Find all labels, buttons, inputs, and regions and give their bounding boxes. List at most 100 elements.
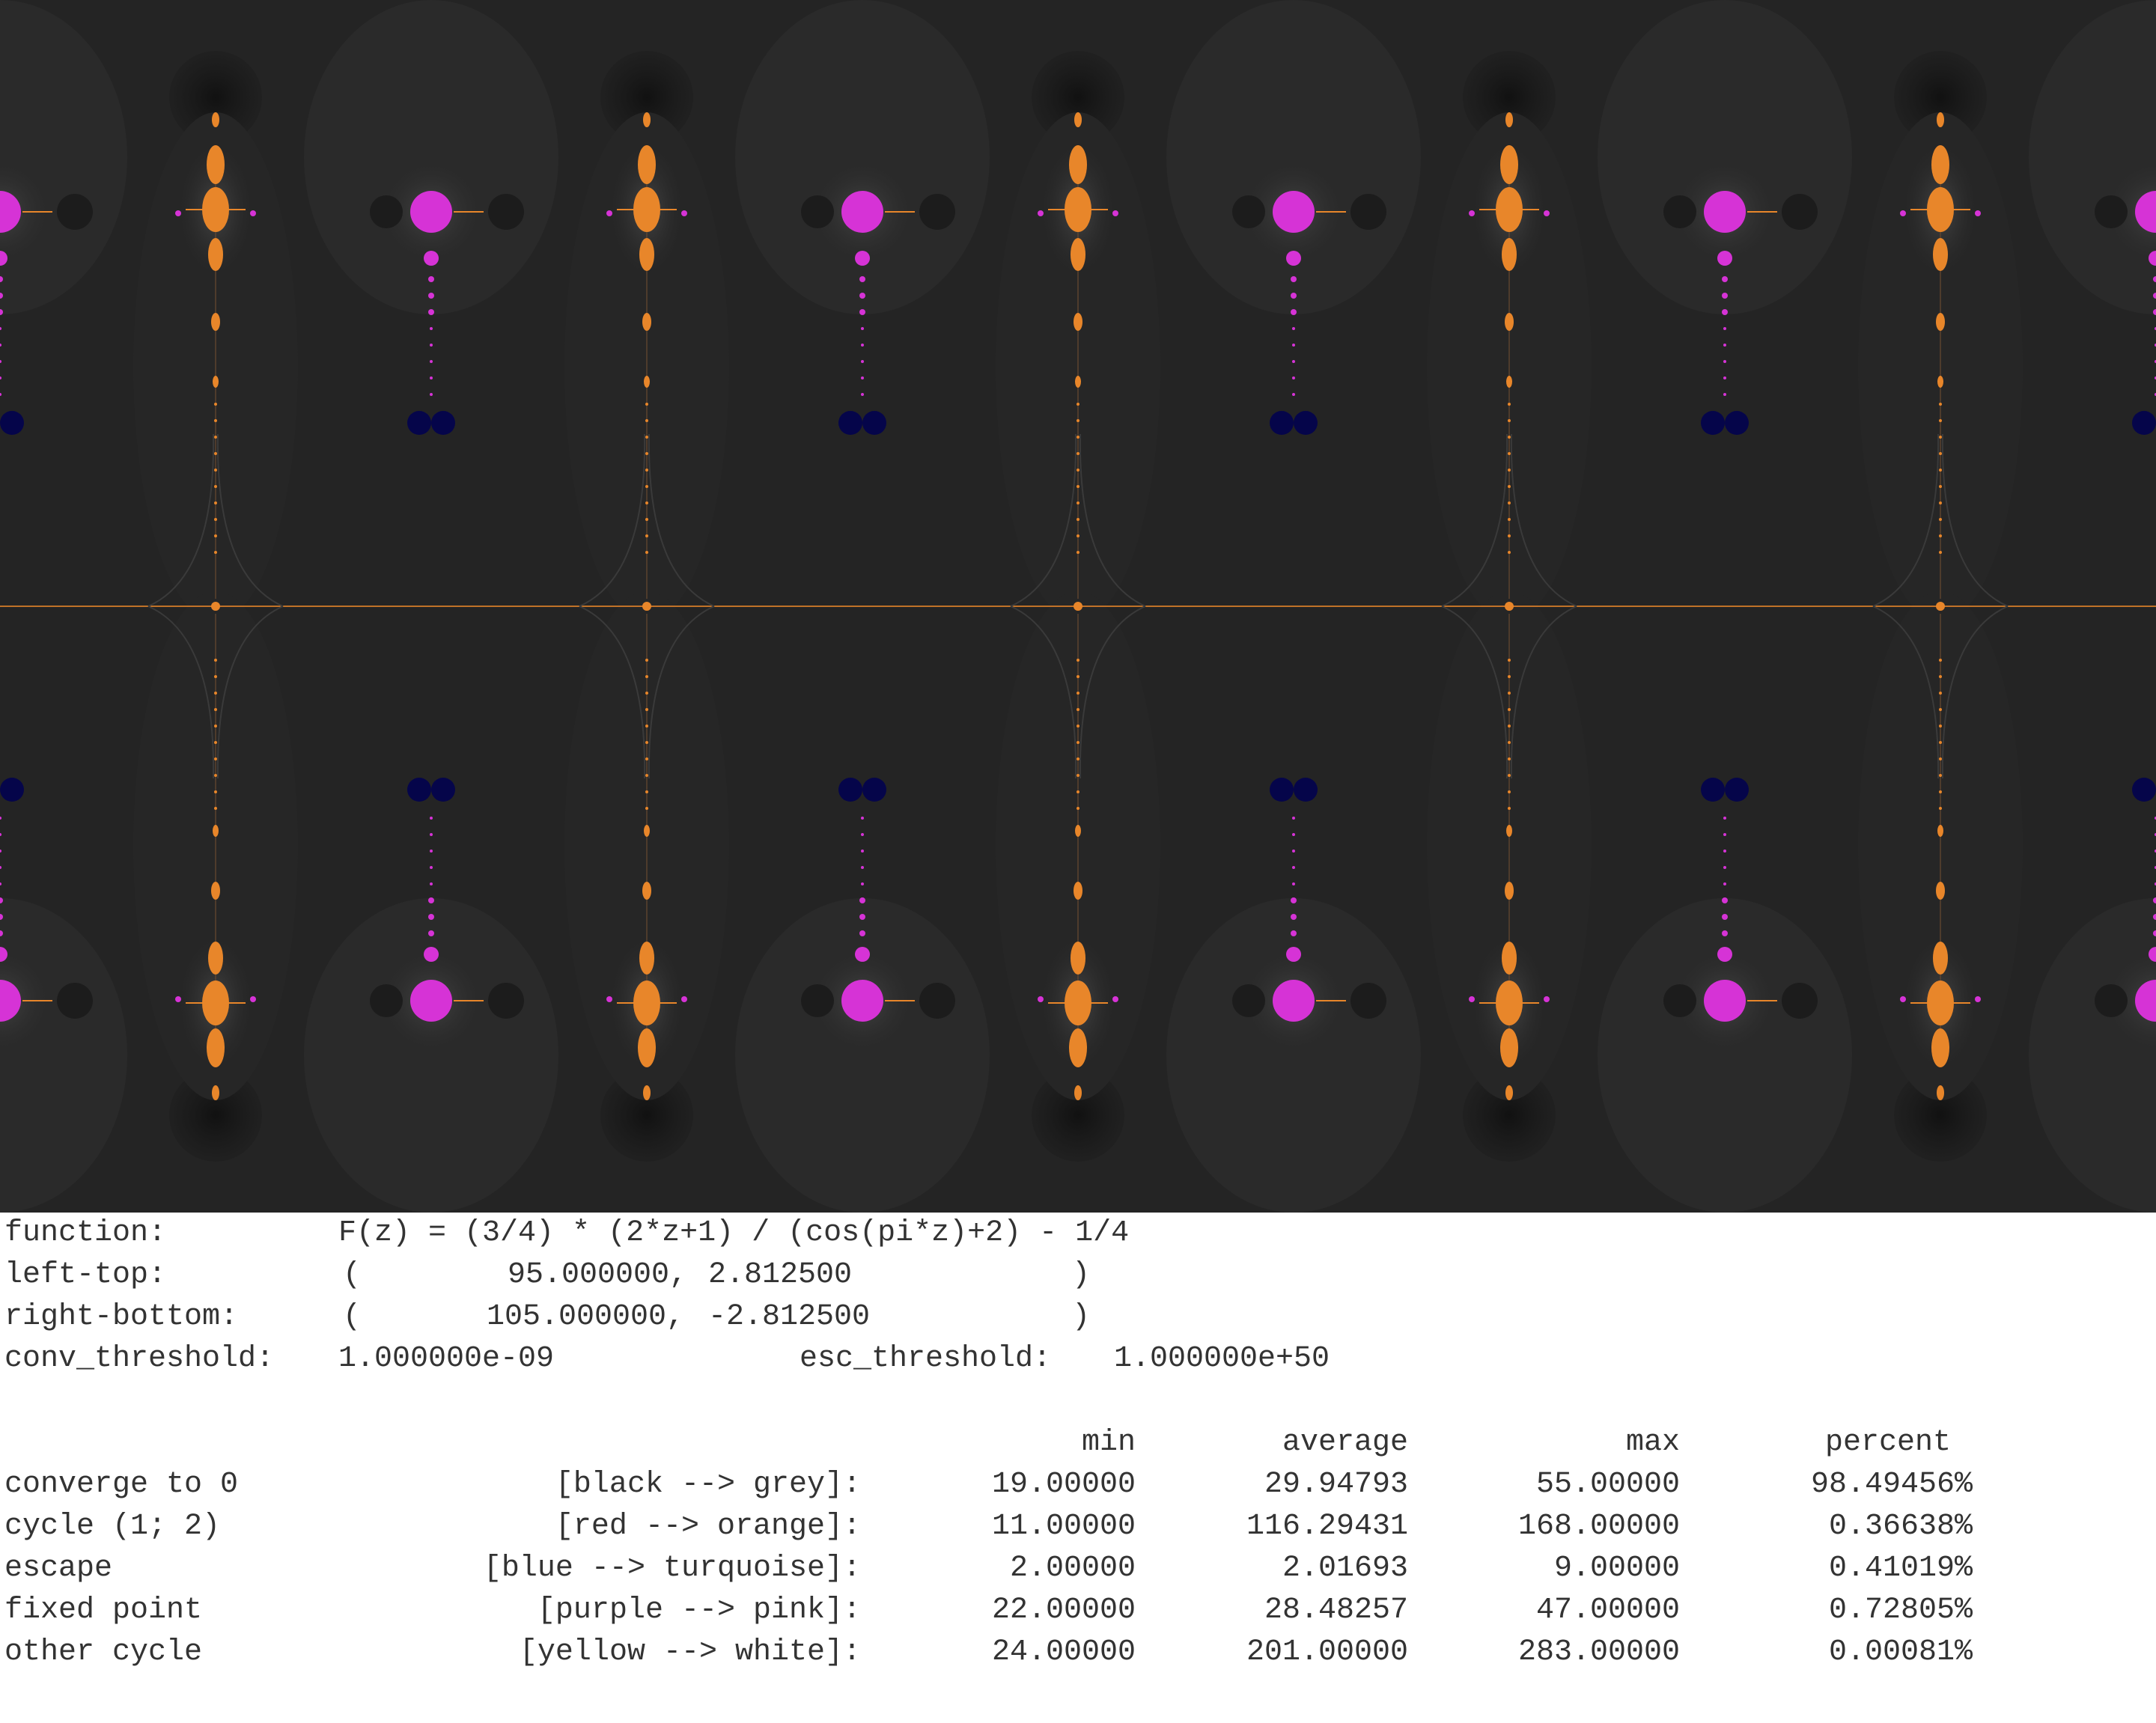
blue-escape-blob <box>1701 778 1725 802</box>
pink-side-dot <box>1900 210 1906 216</box>
orange-dot <box>214 659 217 662</box>
orange-cycle-blob <box>208 238 223 271</box>
stat-row-min: 11.00000 <box>991 1510 1136 1543</box>
pink-dot <box>1723 376 1726 379</box>
orange-dot <box>645 419 648 422</box>
stat-row-min: 19.00000 <box>991 1468 1136 1501</box>
orange-dot <box>645 452 648 455</box>
pink-dot <box>1723 850 1726 853</box>
stat-row-max: 47.00000 <box>1535 1594 1680 1627</box>
orange-dot <box>1508 790 1511 793</box>
orange-dot <box>1508 501 1511 504</box>
orange-dot <box>1939 485 1942 488</box>
right-bottom-y: -2.812500 <box>708 1300 871 1334</box>
orange-dot <box>214 675 217 678</box>
pink-side-dot <box>681 996 687 1002</box>
orange-cycle-blob <box>1931 145 1949 184</box>
blue-escape-blob <box>838 411 862 435</box>
stat-row-name: fixed point <box>4 1594 203 1627</box>
stat-row-average: 29.94793 <box>1264 1468 1408 1501</box>
orange-dot <box>1077 692 1079 695</box>
stat-row-name: converge to 0 <box>4 1468 239 1501</box>
pink-side-shadow <box>488 983 524 1019</box>
orange-cycle-blob <box>213 376 219 388</box>
orange-cycle-blob <box>208 942 223 975</box>
pink-dot <box>1291 897 1297 903</box>
pink-dot <box>430 817 433 820</box>
pink-dot <box>1722 897 1728 903</box>
orange-dot <box>1939 774 1942 777</box>
pink-dot <box>428 914 434 920</box>
pink-fixed-point-bud <box>424 947 439 962</box>
pink-side-dot <box>175 996 181 1002</box>
orange-dot <box>645 741 648 744</box>
pink-dot <box>430 882 433 885</box>
pink-dot <box>861 833 864 836</box>
orange-dot <box>214 403 217 406</box>
orange-dot <box>645 774 648 777</box>
stat-row-percent: 0.41019% <box>1828 1552 1973 1585</box>
orange-dot <box>1939 725 1942 728</box>
orange-cycle-blob <box>1937 825 1943 837</box>
orange-dot <box>214 534 217 537</box>
pink-fixed-point-bulb <box>1273 980 1315 1022</box>
orange-dot <box>1508 485 1511 488</box>
pink-fixed-point-bulb <box>1704 191 1746 233</box>
orange-cycle-blob <box>1074 313 1082 331</box>
orange-dot <box>1508 419 1511 422</box>
orange-dot <box>1077 452 1079 455</box>
pink-dot <box>428 309 434 315</box>
orange-cycle-blob <box>1505 313 1514 331</box>
blue-escape-blob <box>1725 778 1749 802</box>
pink-dot <box>428 293 434 299</box>
orange-dot <box>1939 501 1942 504</box>
pink-dot <box>430 376 433 379</box>
orange-dot <box>645 675 648 678</box>
pink-side-dot <box>1975 996 1981 1002</box>
orange-cycle-blob <box>212 1085 219 1100</box>
pink-side-shadow <box>2095 984 2128 1017</box>
pink-fixed-point-bulb <box>410 191 452 233</box>
orange-dot <box>214 692 217 695</box>
orange-dot <box>645 659 648 662</box>
info-panel: function: F(z) = (3/4) * (2*z+1) / (cos(… <box>0 1213 2156 1723</box>
pink-dot <box>1292 817 1295 820</box>
stat-row-colors: [black --> grey]: <box>555 1468 861 1501</box>
pink-dot <box>1723 327 1726 330</box>
orange-dot <box>1939 807 1942 810</box>
orange-dot <box>1939 675 1942 678</box>
pink-fixed-point-bulb <box>1273 191 1315 233</box>
pink-side-dot <box>606 996 612 1002</box>
pink-dot <box>428 897 434 903</box>
pink-dot <box>1723 833 1726 836</box>
orange-dot <box>645 790 648 793</box>
stat-row-percent: 0.00081% <box>1828 1635 1973 1669</box>
orange-cycle-blob <box>643 1085 651 1100</box>
stat-row-colors: [yellow --> white]: <box>519 1635 861 1669</box>
pink-side-shadow <box>801 195 834 228</box>
pink-fixed-point-bud <box>1717 251 1732 266</box>
header-average: average <box>1282 1426 1408 1460</box>
orange-cycle-blob <box>644 825 650 837</box>
blue-escape-blob <box>1701 411 1725 435</box>
stat-row-min: 2.00000 <box>1009 1552 1136 1585</box>
right-bottom-label: right-bottom: <box>4 1300 239 1334</box>
orange-cycle-blob <box>1500 1028 1518 1067</box>
stat-row-name: escape <box>4 1552 113 1585</box>
pink-dot <box>1292 327 1295 330</box>
pink-dot <box>1292 833 1295 836</box>
orange-dot <box>645 436 648 439</box>
orange-dot <box>1077 774 1079 777</box>
orange-cycle-blob <box>638 1028 656 1067</box>
orange-cycle-blob <box>1931 1028 1949 1067</box>
pink-side-shadow <box>1782 194 1818 230</box>
pink-dot <box>1723 393 1726 396</box>
pink-dot <box>1722 309 1728 315</box>
orange-dot <box>1508 534 1511 537</box>
orange-dot <box>645 692 648 695</box>
pink-fixed-point-bulb <box>841 980 883 1022</box>
pink-dot <box>859 914 865 920</box>
function-value: F(z) = (3/4) * (2*z+1) / (cos(pi*z)+2) -… <box>338 1216 1130 1250</box>
orange-cycle-blob <box>643 112 651 127</box>
pink-dot <box>861 817 864 820</box>
